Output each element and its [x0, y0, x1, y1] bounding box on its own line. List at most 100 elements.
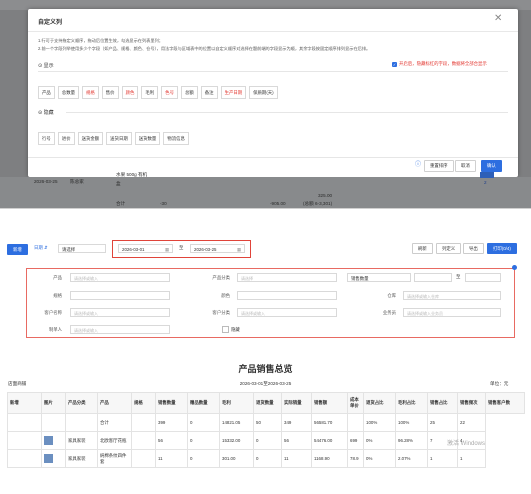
period-select[interactable]: 请选择	[58, 244, 106, 253]
customer-category-select[interactable]: 请选择或输入	[237, 308, 337, 317]
footer-divider	[28, 157, 518, 158]
date-end-input[interactable]: 2026-03-25 ▦	[190, 244, 245, 253]
row-select-cell[interactable]	[7, 449, 42, 468]
color-input[interactable]	[237, 291, 337, 300]
maker-select[interactable]: 请选择或输入	[70, 325, 170, 334]
table-row[interactable]: 合计 399 0 14821.05 50 349 56581.70 100% 100% 25 22	[7, 413, 525, 432]
dialog-tip-2: 2.前一个字段列举使用多少个字段（如产品、规格、颜色、仓号），用法字段与区域表中…	[38, 46, 371, 51]
bg-date: 2026-03-25	[34, 179, 58, 184]
hidden-column-tag[interactable]: 行号	[38, 132, 55, 145]
table-cell: 50	[253, 413, 282, 432]
help-icon[interactable]: ⓘ	[415, 159, 421, 168]
checkbox-checked-icon[interactable]: ✓	[392, 61, 397, 67]
shown-column-tag[interactable]: 总数量	[57, 86, 79, 99]
shown-column-tag[interactable]: 生产日期	[220, 86, 247, 99]
collapse-icon[interactable]: ⊝	[38, 110, 42, 116]
hidden-column-tag[interactable]: 送货数量	[134, 132, 161, 145]
column-header[interactable]: 实际销量	[281, 392, 312, 414]
customer-select[interactable]: 请选择或输入	[70, 308, 170, 317]
table-cell: 2.07%	[395, 449, 428, 468]
product-thumbnail	[44, 435, 53, 445]
sales-qty-select[interactable]: 销售数量	[347, 273, 411, 282]
table-cell: 100%	[363, 413, 396, 432]
bg-warehouse: 陈总家	[70, 179, 84, 184]
collapse-icon[interactable]: ⊙	[38, 63, 42, 69]
maker-label: 制单人	[48, 327, 62, 332]
hide-checkbox[interactable]: 隐藏	[222, 326, 240, 333]
confirm-button[interactable]: 确认	[481, 160, 502, 172]
shown-column-tag[interactable]: 产品	[38, 86, 55, 99]
column-def-button[interactable]: 列定义	[436, 243, 462, 254]
table-cell: 1	[457, 449, 486, 468]
column-header[interactable]: 毛利	[219, 392, 254, 414]
add-button[interactable]: 新增	[7, 244, 28, 255]
qty-range-separator: 至	[456, 274, 461, 279]
shown-columns-list: 产品 总数量 规格 售价 颜色 毛利 色号 总额 备注 生产日期 保质期(天)	[38, 86, 278, 99]
column-header[interactable]: 销售额	[311, 392, 348, 414]
table-cell: 14821.05	[219, 413, 254, 432]
hidden-column-tag[interactable]: 物流信息	[163, 132, 189, 145]
salesman-select[interactable]: 请选择或输入业务员	[403, 308, 501, 317]
refresh-button[interactable]: 刷新	[412, 243, 433, 254]
column-header[interactable]: 图片	[41, 392, 66, 414]
product-image-cell	[41, 413, 66, 432]
reset-order-button[interactable]: 重置排序	[424, 160, 454, 172]
bg-product: 水果 500g 有机	[116, 172, 148, 177]
notice-checkbox[interactable]: ✓ 开启后，隐藏标红的字段，数据将全部合显示	[392, 61, 487, 67]
table-cell: 1	[427, 449, 458, 468]
table-cell: 22	[457, 413, 486, 432]
chevron-down-icon: ⇵	[44, 245, 48, 250]
cancel-button[interactable]: 取消	[455, 160, 476, 172]
hidden-column-tag[interactable]: 送货日期	[106, 132, 132, 145]
export-button[interactable]: 导出	[463, 243, 484, 254]
print-button[interactable]: 打印(0/4)	[487, 243, 517, 254]
shown-column-tag[interactable]: 毛利	[141, 86, 159, 99]
date-type-dropdown[interactable]: 日期 ⇵	[34, 245, 48, 251]
dialog-title: 自定义列	[38, 20, 63, 26]
column-header[interactable]: 销售数量	[155, 392, 188, 414]
column-header[interactable]: 毛利占比	[395, 392, 428, 414]
hidden-columns-list: 行号 进价 送货金额 送货日期 送货数量 物流信息	[38, 132, 189, 145]
column-header[interactable]: 退货占比	[363, 392, 396, 414]
column-header[interactable]: 规格	[131, 392, 156, 414]
column-header[interactable]: 销售频次	[457, 392, 486, 414]
bg-qty-label: 盒	[116, 181, 121, 186]
collapse-dot-icon[interactable]	[512, 265, 517, 270]
column-header[interactable]: 产品分类	[65, 392, 98, 414]
dialog-tip-1: 1.行可于支持拖定义顺序，拖动后位置生效，勾选显示在列表里列；	[38, 38, 163, 43]
table-cell: 78.9	[347, 449, 364, 468]
warehouse-select[interactable]: 请选择或输入仓库	[403, 291, 501, 300]
sales-qty-max[interactable]	[465, 273, 501, 282]
unit-label: 单位：元	[490, 381, 509, 386]
column-header[interactable]: 销售占比	[427, 392, 458, 414]
row-select-cell[interactable]	[7, 431, 42, 450]
column-header[interactable]: 产品	[97, 392, 132, 414]
shown-column-tag[interactable]: 总额	[180, 86, 198, 99]
spec-input[interactable]	[70, 291, 170, 300]
table-row[interactable]: 家具家装 純棉条纹四件套 11 0 301.00 0 11 1168.90 78.9 0% 2.07…	[7, 449, 525, 468]
column-header[interactable]: 成本单价	[347, 392, 364, 414]
column-header[interactable]: 赠品数量	[187, 392, 220, 414]
bg-amount: 325.00	[318, 193, 333, 198]
hidden-column-tag[interactable]: 送货金额	[77, 132, 104, 145]
close-icon[interactable]: ✕	[494, 14, 502, 24]
table-cell: 56581.70	[311, 413, 348, 432]
table-cell: 0	[187, 431, 220, 450]
date-start-input[interactable]: 2026-03-01 ▦	[118, 244, 173, 253]
shown-column-tag[interactable]: 保质期(天)	[249, 86, 278, 99]
shown-column-tag[interactable]: 规格	[81, 86, 99, 99]
row-select-cell[interactable]	[7, 413, 42, 432]
product-input[interactable]: 请选择或输入	[70, 273, 170, 282]
table-cell: 北欧客厅花瓶	[97, 431, 132, 450]
column-header[interactable]: 销售客户数	[485, 392, 525, 414]
hidden-column-tag[interactable]: 进价	[57, 132, 75, 145]
sales-qty-min[interactable]	[414, 273, 452, 282]
shown-column-tag[interactable]: 备注	[200, 86, 218, 99]
table-cell: 56	[281, 431, 312, 450]
shown-column-tag[interactable]: 颜色	[121, 86, 139, 99]
shown-column-tag[interactable]: 售价	[101, 86, 119, 99]
shown-column-tag[interactable]: 色号	[161, 86, 178, 99]
column-header[interactable]: 退货数量	[253, 392, 282, 414]
category-select[interactable]: 请选择	[237, 273, 337, 282]
column-header[interactable]: 新增	[7, 392, 42, 414]
